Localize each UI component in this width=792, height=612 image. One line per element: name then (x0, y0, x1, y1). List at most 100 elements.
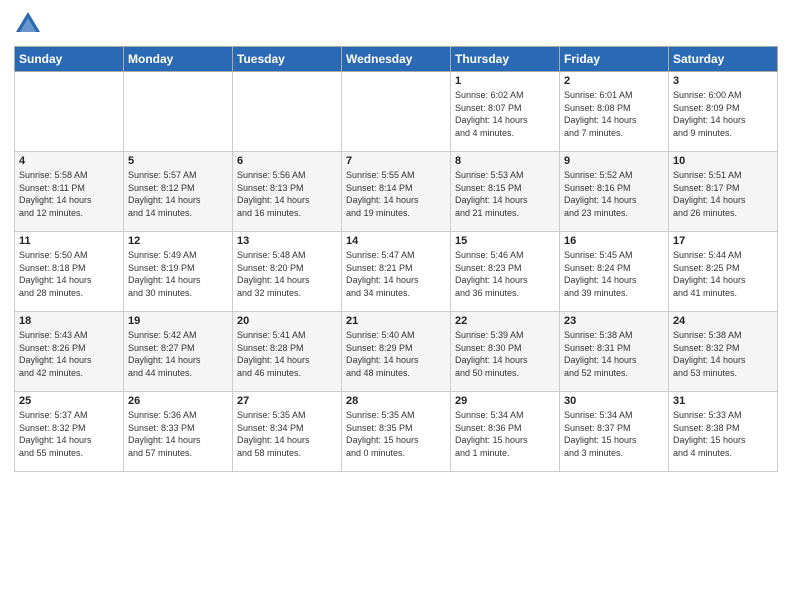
calendar-week-3: 11 Sunrise: 5:50 AM Sunset: 8:18 PM Dayli… (15, 232, 778, 312)
day-number: 28 (346, 395, 446, 407)
day-info: Sunrise: 5:37 AM Sunset: 8:32 PM Dayligh… (19, 409, 119, 459)
day-info: Sunrise: 5:39 AM Sunset: 8:30 PM Dayligh… (455, 329, 555, 379)
day-number: 20 (237, 315, 337, 327)
day-info: Sunrise: 5:58 AM Sunset: 8:11 PM Dayligh… (19, 169, 119, 219)
calendar-cell: 9 Sunrise: 5:52 AM Sunset: 8:16 PM Daylig… (560, 152, 669, 232)
weekday-saturday: Saturday (669, 47, 778, 72)
day-number: 31 (673, 395, 773, 407)
calendar-cell: 17 Sunrise: 5:44 AM Sunset: 8:25 PM Dayli… (669, 232, 778, 312)
calendar-cell: 25 Sunrise: 5:37 AM Sunset: 8:32 PM Dayli… (15, 392, 124, 472)
calendar-cell: 1Sunrise: 6:02 AM Sunset: 8:07 PM Daylig… (451, 72, 560, 152)
day-number: 22 (455, 315, 555, 327)
weekday-monday: Monday (124, 47, 233, 72)
day-info: Sunrise: 5:40 AM Sunset: 8:29 PM Dayligh… (346, 329, 446, 379)
calendar-cell: 23Sunrise: 5:38 AM Sunset: 8:31 PM Dayli… (560, 312, 669, 392)
day-info: Sunrise: 5:38 AM Sunset: 8:31 PM Dayligh… (564, 329, 664, 379)
day-number: 18 (19, 315, 119, 327)
day-number: 5 (128, 155, 228, 167)
calendar-cell: 27 Sunrise: 5:35 AM Sunset: 8:34 PM Dayli… (233, 392, 342, 472)
calendar-cell: 12 Sunrise: 5:49 AM Sunset: 8:19 PM Dayli… (124, 232, 233, 312)
day-info: Sunrise: 6:02 AM Sunset: 8:07 PM Dayligh… (455, 89, 555, 139)
weekday-sunday: Sunday (15, 47, 124, 72)
calendar-cell (233, 72, 342, 152)
calendar-cell: 3 Sunrise: 6:00 AM Sunset: 8:09 PM Daylig… (669, 72, 778, 152)
calendar-cell: 22 Sunrise: 5:39 AM Sunset: 8:30 PM Dayli… (451, 312, 560, 392)
day-number: 11 (19, 235, 119, 247)
day-info: Sunrise: 5:50 AM Sunset: 8:18 PM Dayligh… (19, 249, 119, 299)
calendar-week-2: 4 Sunrise: 5:58 AM Sunset: 8:11 PM Daylig… (15, 152, 778, 232)
day-info: Sunrise: 5:43 AM Sunset: 8:26 PM Dayligh… (19, 329, 119, 379)
day-info: Sunrise: 5:46 AM Sunset: 8:23 PM Dayligh… (455, 249, 555, 299)
page-header (14, 10, 778, 38)
weekday-wednesday: Wednesday (342, 47, 451, 72)
logo (14, 10, 46, 38)
day-number: 13 (237, 235, 337, 247)
calendar-cell: 8 Sunrise: 5:53 AM Sunset: 8:15 PM Daylig… (451, 152, 560, 232)
calendar-cell: 26Sunrise: 5:36 AM Sunset: 8:33 PM Dayli… (124, 392, 233, 472)
day-info: Sunrise: 5:44 AM Sunset: 8:25 PM Dayligh… (673, 249, 773, 299)
day-number: 12 (128, 235, 228, 247)
day-number: 30 (564, 395, 664, 407)
weekday-friday: Friday (560, 47, 669, 72)
day-number: 27 (237, 395, 337, 407)
calendar-cell: 7 Sunrise: 5:55 AM Sunset: 8:14 PM Daylig… (342, 152, 451, 232)
day-info: Sunrise: 5:34 AM Sunset: 8:37 PM Dayligh… (564, 409, 664, 459)
day-info: Sunrise: 5:57 AM Sunset: 8:12 PM Dayligh… (128, 169, 228, 219)
day-info: Sunrise: 5:38 AM Sunset: 8:32 PM Dayligh… (673, 329, 773, 379)
calendar-cell (15, 72, 124, 152)
day-number: 19 (128, 315, 228, 327)
day-number: 24 (673, 315, 773, 327)
calendar-cell: 16 Sunrise: 5:45 AM Sunset: 8:24 PM Dayli… (560, 232, 669, 312)
day-info: Sunrise: 5:51 AM Sunset: 8:17 PM Dayligh… (673, 169, 773, 219)
day-number: 8 (455, 155, 555, 167)
day-info: Sunrise: 6:01 AM Sunset: 8:08 PM Dayligh… (564, 89, 664, 139)
day-info: Sunrise: 5:42 AM Sunset: 8:27 PM Dayligh… (128, 329, 228, 379)
day-info: Sunrise: 5:33 AM Sunset: 8:38 PM Dayligh… (673, 409, 773, 459)
day-number: 10 (673, 155, 773, 167)
day-number: 3 (673, 75, 773, 87)
day-info: Sunrise: 5:55 AM Sunset: 8:14 PM Dayligh… (346, 169, 446, 219)
calendar-cell: 18 Sunrise: 5:43 AM Sunset: 8:26 PM Dayli… (15, 312, 124, 392)
day-number: 25 (19, 395, 119, 407)
weekday-thursday: Thursday (451, 47, 560, 72)
day-number: 2 (564, 75, 664, 87)
day-info: Sunrise: 5:48 AM Sunset: 8:20 PM Dayligh… (237, 249, 337, 299)
day-number: 26 (128, 395, 228, 407)
day-number: 4 (19, 155, 119, 167)
calendar-cell: 30 Sunrise: 5:34 AM Sunset: 8:37 PM Dayli… (560, 392, 669, 472)
calendar-cell: 29Sunrise: 5:34 AM Sunset: 8:36 PM Dayli… (451, 392, 560, 472)
calendar-cell: 20 Sunrise: 5:41 AM Sunset: 8:28 PM Dayli… (233, 312, 342, 392)
day-info: Sunrise: 5:45 AM Sunset: 8:24 PM Dayligh… (564, 249, 664, 299)
day-number: 6 (237, 155, 337, 167)
day-number: 15 (455, 235, 555, 247)
calendar-cell: 24 Sunrise: 5:38 AM Sunset: 8:32 PM Dayli… (669, 312, 778, 392)
day-info: Sunrise: 5:56 AM Sunset: 8:13 PM Dayligh… (237, 169, 337, 219)
day-number: 17 (673, 235, 773, 247)
calendar-table: SundayMondayTuesdayWednesdayThursdayFrid… (14, 46, 778, 472)
day-number: 7 (346, 155, 446, 167)
day-info: Sunrise: 5:53 AM Sunset: 8:15 PM Dayligh… (455, 169, 555, 219)
day-info: Sunrise: 6:00 AM Sunset: 8:09 PM Dayligh… (673, 89, 773, 139)
calendar-week-5: 25 Sunrise: 5:37 AM Sunset: 8:32 PM Dayli… (15, 392, 778, 472)
calendar-week-4: 18 Sunrise: 5:43 AM Sunset: 8:26 PM Dayli… (15, 312, 778, 392)
calendar-cell: 21Sunrise: 5:40 AM Sunset: 8:29 PM Dayli… (342, 312, 451, 392)
calendar-cell (342, 72, 451, 152)
calendar-cell: 2 Sunrise: 6:01 AM Sunset: 8:08 PM Daylig… (560, 72, 669, 152)
logo-icon (14, 10, 42, 38)
day-info: Sunrise: 5:41 AM Sunset: 8:28 PM Dayligh… (237, 329, 337, 379)
day-info: Sunrise: 5:35 AM Sunset: 8:35 PM Dayligh… (346, 409, 446, 459)
weekday-tuesday: Tuesday (233, 47, 342, 72)
day-info: Sunrise: 5:52 AM Sunset: 8:16 PM Dayligh… (564, 169, 664, 219)
calendar-cell: 28 Sunrise: 5:35 AM Sunset: 8:35 PM Dayli… (342, 392, 451, 472)
day-info: Sunrise: 5:47 AM Sunset: 8:21 PM Dayligh… (346, 249, 446, 299)
calendar-cell: 15 Sunrise: 5:46 AM Sunset: 8:23 PM Dayli… (451, 232, 560, 312)
day-info: Sunrise: 5:35 AM Sunset: 8:34 PM Dayligh… (237, 409, 337, 459)
day-info: Sunrise: 5:34 AM Sunset: 8:36 PM Dayligh… (455, 409, 555, 459)
calendar-cell: 10 Sunrise: 5:51 AM Sunset: 8:17 PM Dayli… (669, 152, 778, 232)
calendar-cell: 19 Sunrise: 5:42 AM Sunset: 8:27 PM Dayli… (124, 312, 233, 392)
day-number: 16 (564, 235, 664, 247)
day-info: Sunrise: 5:49 AM Sunset: 8:19 PM Dayligh… (128, 249, 228, 299)
day-number: 9 (564, 155, 664, 167)
calendar-cell: 6 Sunrise: 5:56 AM Sunset: 8:13 PM Daylig… (233, 152, 342, 232)
calendar-cell: 14Sunrise: 5:47 AM Sunset: 8:21 PM Dayli… (342, 232, 451, 312)
